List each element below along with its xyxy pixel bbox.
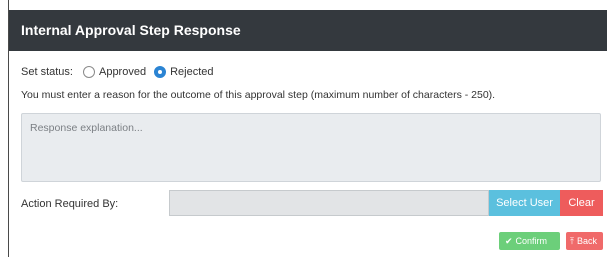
response-placeholder: Response explanation... bbox=[30, 122, 143, 134]
radio-rejected-label[interactable]: Rejected bbox=[170, 66, 213, 78]
radio-approved-label[interactable]: Approved bbox=[99, 66, 146, 78]
select-user-button[interactable]: Select User bbox=[489, 190, 560, 216]
action-required-by-label: Action Required By: bbox=[21, 198, 119, 210]
dialog-title: Internal Approval Step Response bbox=[21, 22, 241, 38]
back-label: Back bbox=[576, 236, 597, 246]
approval-response-dialog: Internal Approval Step Response Set stat… bbox=[8, 0, 607, 257]
clear-button[interactable]: Clear bbox=[560, 190, 603, 216]
set-status-label: Set status: bbox=[21, 66, 73, 78]
back-icon: ⤒ bbox=[570, 236, 574, 246]
radio-rejected[interactable] bbox=[154, 66, 167, 78]
set-status-row: Set status: Approved Rejected bbox=[21, 66, 214, 78]
reason-hint: You must enter a reason for the outcome … bbox=[21, 89, 496, 101]
confirm-label: Confirm bbox=[515, 236, 548, 246]
action-required-by-field[interactable] bbox=[169, 190, 489, 216]
back-button[interactable]: ⤒ Back bbox=[566, 232, 603, 250]
radio-approved[interactable] bbox=[82, 66, 95, 78]
confirm-button[interactable]: ✔ Confirm bbox=[499, 232, 560, 250]
response-explanation-textarea[interactable]: Response explanation... bbox=[21, 113, 601, 182]
check-icon: ✔ bbox=[505, 236, 513, 246]
dialog-header: Internal Approval Step Response bbox=[9, 10, 607, 51]
